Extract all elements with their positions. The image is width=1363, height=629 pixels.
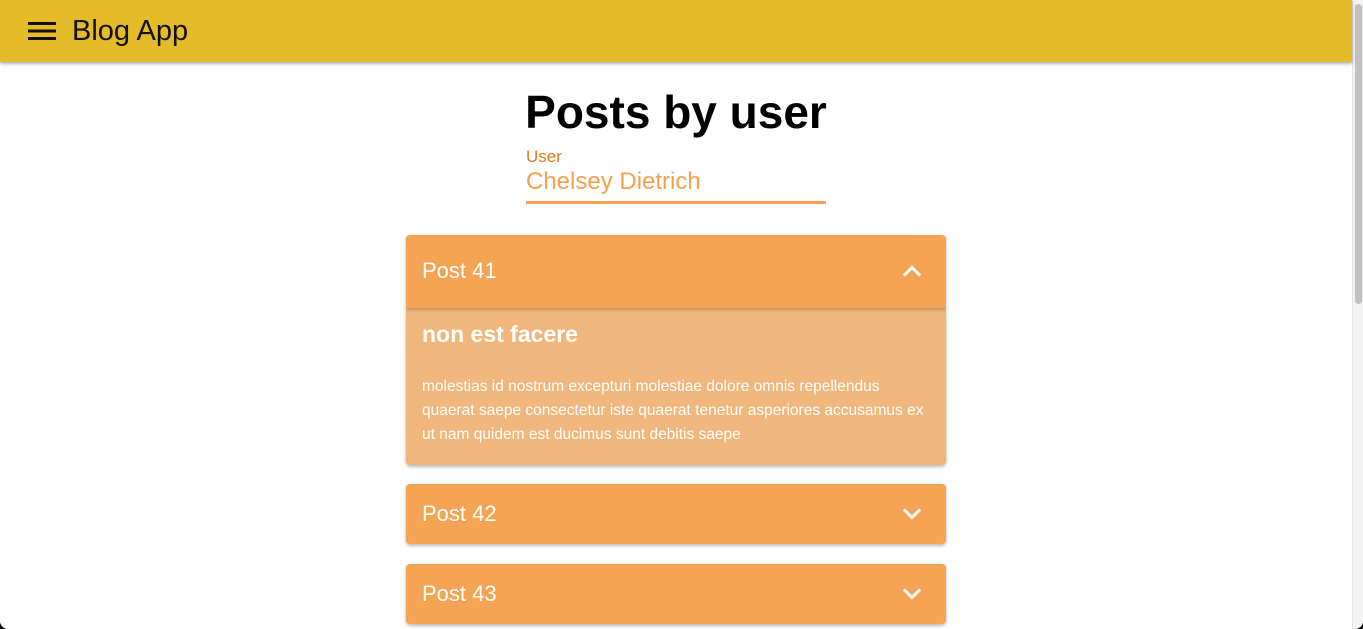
post-accordion-details: non est facere molestias id nostrum exce… — [406, 308, 946, 465]
user-select[interactable]: User Chelsey Dietrich — [526, 146, 826, 204]
user-select-underline — [526, 201, 826, 204]
user-select-label: User — [526, 147, 562, 166]
post-accordion-label: Post 41 — [422, 258, 497, 283]
post-accordion: Post 42 — [406, 484, 946, 544]
user-select-value[interactable]: Chelsey Dietrich — [526, 168, 701, 196]
post-accordion: Post 43 — [406, 564, 946, 624]
chevron-down-icon — [902, 508, 922, 520]
post-accordion-header[interactable]: Post 42 — [406, 484, 946, 544]
page-title: Posts by user — [525, 86, 827, 138]
post-title: non est facere — [422, 321, 578, 347]
scrollbar-thumb[interactable] — [1355, 4, 1362, 304]
menu-button[interactable] — [20, 13, 64, 49]
app-bar: Blog App — [0, 0, 1352, 62]
post-accordion-label: Post 42 — [422, 501, 497, 526]
post-accordion-label: Post 43 — [422, 581, 497, 606]
post-accordion: Post 41 non est facere molestias id nost… — [406, 235, 946, 465]
post-accordion-header[interactable]: Post 43 — [406, 564, 946, 624]
vertical-scrollbar[interactable] — [1352, 0, 1363, 629]
app-title: Blog App — [72, 15, 189, 47]
post-body: molestias id nostrum excepturi molestiae… — [422, 378, 924, 443]
menu-icon — [28, 22, 56, 40]
app-window: Blog App Posts by user User Chelsey Diet… — [0, 0, 1363, 629]
chevron-down-icon — [902, 588, 922, 600]
post-accordion-header[interactable]: Post 41 — [406, 235, 946, 308]
chevron-up-icon — [902, 265, 922, 277]
